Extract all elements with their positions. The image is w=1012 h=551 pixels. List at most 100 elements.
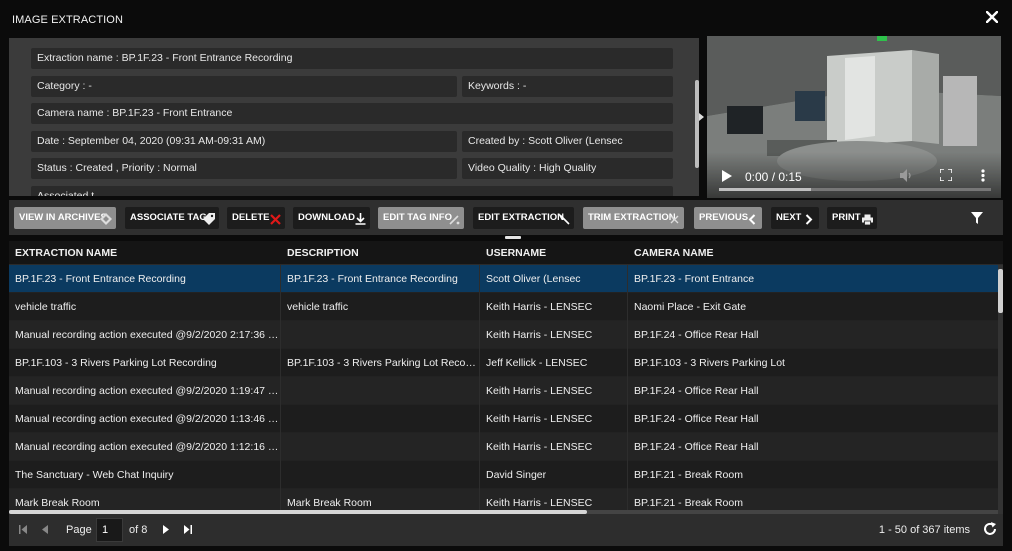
grid-vertical-scrollbar[interactable] bbox=[998, 265, 1003, 514]
cell-camera-name: BP.1F.24 - Office Rear Hall bbox=[634, 413, 759, 425]
video-progress-bar[interactable] bbox=[719, 188, 991, 191]
cell-extraction-name: Manual recording action executed @9/2/20… bbox=[15, 413, 279, 425]
download-label: DOWNLOAD bbox=[298, 212, 355, 223]
close-icon[interactable] bbox=[986, 11, 998, 23]
column-header-camera-name[interactable]: CAMERA NAME bbox=[628, 241, 714, 265]
next-label: NEXT bbox=[776, 212, 802, 223]
table-row[interactable]: BP.1F.103 - 3 Rivers Parking Lot Recordi… bbox=[9, 349, 999, 377]
table-row[interactable]: BP.1F.23 - Front Entrance Recording BP.1F… bbox=[9, 265, 999, 293]
delete-x-icon bbox=[270, 212, 281, 234]
cell-username: David Singer bbox=[486, 469, 547, 481]
status-priority-field: Status : Created , Priority : Normal bbox=[31, 158, 457, 179]
last-page-icon[interactable] bbox=[184, 525, 192, 537]
table-row[interactable]: Manual recording action executed @9/2/20… bbox=[9, 321, 999, 349]
page-number-input[interactable] bbox=[96, 518, 123, 542]
column-header-extraction-name[interactable]: EXTRACTION NAME bbox=[9, 241, 117, 265]
cell-extraction-name: Manual recording action executed @9/2/20… bbox=[15, 329, 279, 341]
delete-label: DELETE bbox=[232, 212, 270, 223]
column-divider bbox=[627, 265, 628, 514]
cell-description bbox=[281, 321, 478, 349]
download-icon bbox=[355, 212, 366, 234]
cell-description bbox=[281, 377, 478, 405]
table-row[interactable]: Manual recording action executed @9/2/20… bbox=[9, 377, 999, 405]
next-button[interactable]: NEXT bbox=[771, 207, 819, 229]
video-controls: 0:00 / 0:15 bbox=[707, 152, 1001, 198]
chevron-left-icon bbox=[748, 212, 756, 234]
info-scrollbar[interactable] bbox=[695, 80, 699, 168]
cell-username: Jeff Kellick - LENSEC bbox=[486, 357, 588, 369]
video-time: 0:00 / 0:15 bbox=[745, 170, 802, 184]
cell-extraction-name: Manual recording action executed @9/2/20… bbox=[15, 441, 279, 453]
cell-description bbox=[281, 433, 478, 461]
printer-icon bbox=[862, 212, 873, 234]
cell-extraction-name: The Sanctuary - Web Chat Inquiry bbox=[15, 469, 174, 481]
cell-description bbox=[281, 405, 478, 433]
dialog-title: IMAGE EXTRACTION bbox=[12, 14, 123, 26]
trim-extraction-button[interactable]: TRIM EXTRACTION bbox=[583, 207, 684, 229]
title-bar: IMAGE EXTRACTION bbox=[0, 0, 1012, 38]
print-label: PRINT bbox=[832, 212, 861, 223]
previous-button[interactable]: PREVIOUS bbox=[694, 207, 762, 229]
print-button[interactable]: PRINT bbox=[827, 207, 877, 229]
cell-camera-name: BP.1F.103 - 3 Rivers Parking Lot bbox=[634, 357, 785, 369]
cell-description: BP.1F.103 - 3 Rivers Parking Lot Recordi… bbox=[287, 357, 478, 369]
video-player[interactable]: 0:00 / 0:15 bbox=[707, 36, 1001, 198]
cell-extraction-name: Manual recording action executed @9/2/20… bbox=[15, 385, 279, 397]
image-extraction-dialog: IMAGE EXTRACTION Extraction name : BP.1F… bbox=[0, 0, 1012, 551]
next-page-icon[interactable] bbox=[163, 525, 169, 537]
cell-extraction-name: vehicle traffic bbox=[15, 301, 77, 313]
delete-button[interactable]: DELETE bbox=[227, 207, 285, 229]
column-divider bbox=[280, 265, 281, 514]
created-by-field: Created by : Scott Oliver (Lensec bbox=[462, 131, 673, 152]
cell-extraction-name: BP.1F.23 - Front Entrance Recording bbox=[15, 273, 186, 285]
volume-icon[interactable] bbox=[900, 169, 914, 185]
refresh-icon[interactable] bbox=[983, 522, 997, 539]
camera-name-field: Camera name : BP.1F.23 - Front Entrance bbox=[31, 103, 673, 124]
keywords-field: Keywords : - bbox=[462, 76, 673, 97]
column-divider bbox=[479, 265, 480, 514]
table-row[interactable]: Manual recording action executed @9/2/20… bbox=[9, 405, 999, 433]
video-quality-field: Video Quality : High Quality bbox=[462, 158, 673, 179]
table-row[interactable]: Manual recording action executed @9/2/20… bbox=[9, 433, 999, 461]
cell-camera-name: BP.1F.23 - Front Entrance bbox=[634, 273, 755, 285]
cell-username: Keith Harris - LENSEC bbox=[486, 385, 593, 397]
view-in-archives-button[interactable]: VIEW IN ARCHIVES bbox=[14, 207, 116, 229]
edit-tag-info-button[interactable]: EDIT TAG INFO bbox=[378, 207, 464, 229]
more-options-icon[interactable] bbox=[981, 169, 985, 185]
cell-username: Keith Harris - LENSEC bbox=[486, 329, 593, 341]
cell-username: Scott Oliver (Lensec bbox=[486, 273, 581, 285]
resize-grip[interactable] bbox=[505, 236, 521, 239]
grid-header: EXTRACTION NAME DESCRIPTION USERNAME CAM… bbox=[9, 241, 1003, 265]
page-total-label: of 8 bbox=[129, 524, 148, 536]
play-icon[interactable] bbox=[722, 170, 732, 185]
table-row[interactable]: vehicle traffic vehicle traffic Keith Harr… bbox=[9, 293, 999, 321]
date-field: Date : September 04, 2020 (09:31 AM-09:3… bbox=[31, 131, 457, 152]
filter-icon[interactable] bbox=[971, 212, 983, 227]
cell-camera-name: BP.1F.24 - Office Rear Hall bbox=[634, 385, 759, 397]
vertical-scroll-thumb[interactable] bbox=[998, 269, 1003, 313]
cell-username: Keith Harris - LENSEC bbox=[486, 441, 593, 453]
previous-label: PREVIOUS bbox=[699, 212, 749, 223]
cell-camera-name: BP.1F.21 - Break Room bbox=[634, 469, 743, 481]
cell-camera-name: BP.1F.24 - Office Rear Hall bbox=[634, 441, 759, 453]
edit-tag-info-label: EDIT TAG INFO bbox=[383, 212, 452, 223]
expand-arrow-icon[interactable] bbox=[699, 113, 704, 121]
tag-icon bbox=[203, 212, 215, 234]
fullscreen-icon[interactable] bbox=[939, 168, 953, 184]
edit-extraction-button[interactable]: EDIT EXTRACTION bbox=[473, 207, 574, 229]
scissors-icon bbox=[669, 212, 680, 234]
first-page-icon[interactable] bbox=[19, 525, 27, 537]
cell-extraction-name: BP.1F.103 - 3 Rivers Parking Lot Recordi… bbox=[15, 357, 217, 369]
download-button[interactable]: DOWNLOAD bbox=[293, 207, 370, 229]
cell-username: Keith Harris - LENSEC bbox=[486, 301, 593, 313]
cell-camera-name: Naomi Place - Exit Gate bbox=[634, 301, 747, 313]
table-row[interactable]: The Sanctuary - Web Chat Inquiry David Si… bbox=[9, 461, 999, 489]
column-header-username[interactable]: USERNAME bbox=[480, 241, 546, 265]
associate-tag-button[interactable]: ASSOCIATE TAG bbox=[125, 207, 219, 229]
column-header-description[interactable]: DESCRIPTION bbox=[281, 241, 359, 265]
cell-description bbox=[281, 461, 478, 489]
action-toolbar: VIEW IN ARCHIVES ASSOCIATE TAG DELETE DO… bbox=[9, 200, 1003, 235]
previous-page-icon[interactable] bbox=[42, 525, 48, 537]
diamond-icon bbox=[100, 212, 112, 234]
cell-description: vehicle traffic bbox=[287, 301, 349, 313]
